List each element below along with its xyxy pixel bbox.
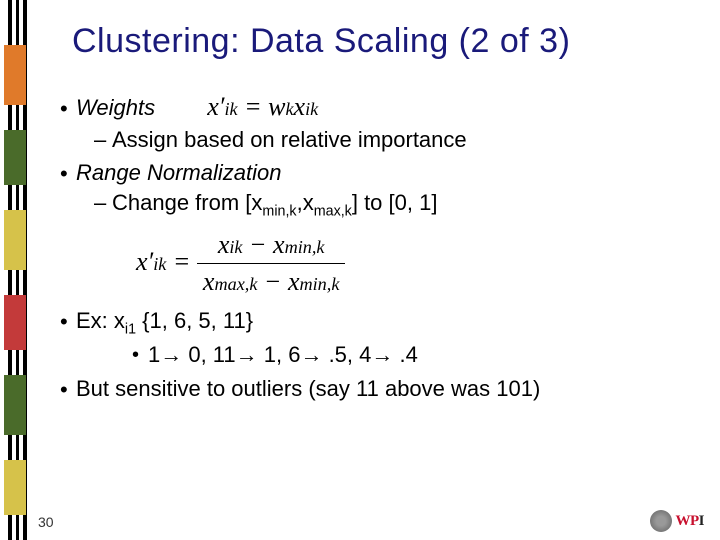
formula-range-normalization: x′ik = xik − xmin,kxmax,k − xmin,k (130, 229, 710, 299)
fr-den-b-sub: min,k (299, 274, 339, 294)
f-eq: = (238, 92, 269, 121)
bullet-weights: • Weights x′ik = wkxik (60, 91, 710, 124)
bullet-weights-row: Weights x′ik = wkxik (76, 91, 710, 124)
fr-lhs-sub: ik (153, 254, 166, 274)
rng-mid: ,x (297, 190, 314, 215)
slide: Clustering: Data Scaling (2 of 3) • Weig… (0, 0, 720, 540)
slide-number: 30 (38, 514, 54, 530)
fr-minus2: − (257, 267, 288, 296)
sidebar-block (4, 210, 26, 270)
rng-s1: min,k (262, 203, 296, 219)
sidebar-block (4, 130, 26, 185)
bullet-weights-label: Weights (76, 95, 155, 120)
sub-bullet-weights: – Assign based on relative importance (94, 126, 710, 154)
fr-num-b: x (273, 230, 285, 259)
bullet-dot-icon: • (60, 311, 76, 333)
bullet-dot-icon: • (60, 98, 76, 120)
sidebar-block (4, 375, 26, 435)
fr-lhs: x′ (136, 247, 153, 276)
sub-bullet-weights-text: Assign based on relative importance (112, 126, 710, 154)
fr-den-b: x (288, 267, 300, 296)
f-x: x (294, 92, 306, 121)
rng-s2: max,k (314, 203, 352, 219)
wpi-seal-icon (650, 510, 672, 532)
f-w: w (268, 92, 285, 121)
formula-weights: x′ik = wkxik (201, 91, 324, 124)
sub-bullet-range: – Change from [xmin,k,xmax,k] to [0, 1] (94, 189, 710, 221)
fr-num-a: x (218, 230, 230, 259)
dash-icon: – (94, 189, 112, 217)
bullet-dot-icon: • (60, 379, 76, 401)
decorative-sidebar (0, 0, 36, 540)
slide-title: Clustering: Data Scaling (2 of 3) (72, 22, 710, 61)
sub-bullet-range-text: Change from [xmin,k,xmax,k] to [0, 1] (112, 189, 710, 221)
wpi-wordmark: WPI (675, 513, 704, 530)
bullet-list: • Weights x′ik = wkxik – Assign based on… (60, 91, 710, 402)
fr-minus1: − (243, 230, 274, 259)
ex-pre: Ex: x (76, 308, 125, 333)
slide-content: Clustering: Data Scaling (2 of 3) • Weig… (50, 0, 710, 540)
sidebar-block (4, 45, 26, 105)
mapping-text: 1→ 0, 11→ 1, 6→ .5, 4→ .4 (148, 341, 710, 369)
sidebar-block (4, 295, 26, 350)
bullet-range-label: Range Normalization (76, 159, 710, 187)
f-wsub: k (285, 99, 293, 119)
fr-den-a: x (203, 267, 215, 296)
fr-eq: = (166, 247, 197, 276)
fr-den-a-sub: max,k (214, 274, 257, 294)
rng-pre: Change from [x (112, 190, 262, 215)
bullet-example: • Ex: xi1 {1, 6, 5, 11} (60, 307, 710, 339)
ex-sub: i1 (125, 321, 136, 337)
fraction: xik − xmin,kxmax,k − xmin,k (197, 229, 345, 299)
ex-post: {1, 6, 5, 11} (136, 308, 253, 333)
sidebar-block (4, 460, 26, 515)
fr-num-b-sub: min,k (285, 237, 325, 257)
f-lhs-sub: ik (224, 99, 237, 119)
bullet-outlier-text: But sensitive to outliers (say 11 above … (76, 375, 710, 403)
sub-sub-bullet-mapping: • 1→ 0, 11→ 1, 6→ .5, 4→ .4 (132, 341, 710, 369)
dash-icon: – (94, 126, 112, 154)
f-xsub: ik (305, 99, 318, 119)
bullet-outlier: • But sensitive to outliers (say 11 abov… (60, 375, 710, 403)
fr-num-a-sub: ik (229, 237, 242, 257)
f-lhs: x′ (207, 92, 224, 121)
bullet-dot-icon: • (60, 163, 76, 185)
bullet-example-text: Ex: xi1 {1, 6, 5, 11} (76, 307, 710, 339)
bullet-dot-icon: • (132, 345, 148, 365)
wpi-logo: WPI (650, 510, 704, 532)
rng-post: ] to [0, 1] (352, 190, 438, 215)
bullet-range: • Range Normalization (60, 159, 710, 187)
